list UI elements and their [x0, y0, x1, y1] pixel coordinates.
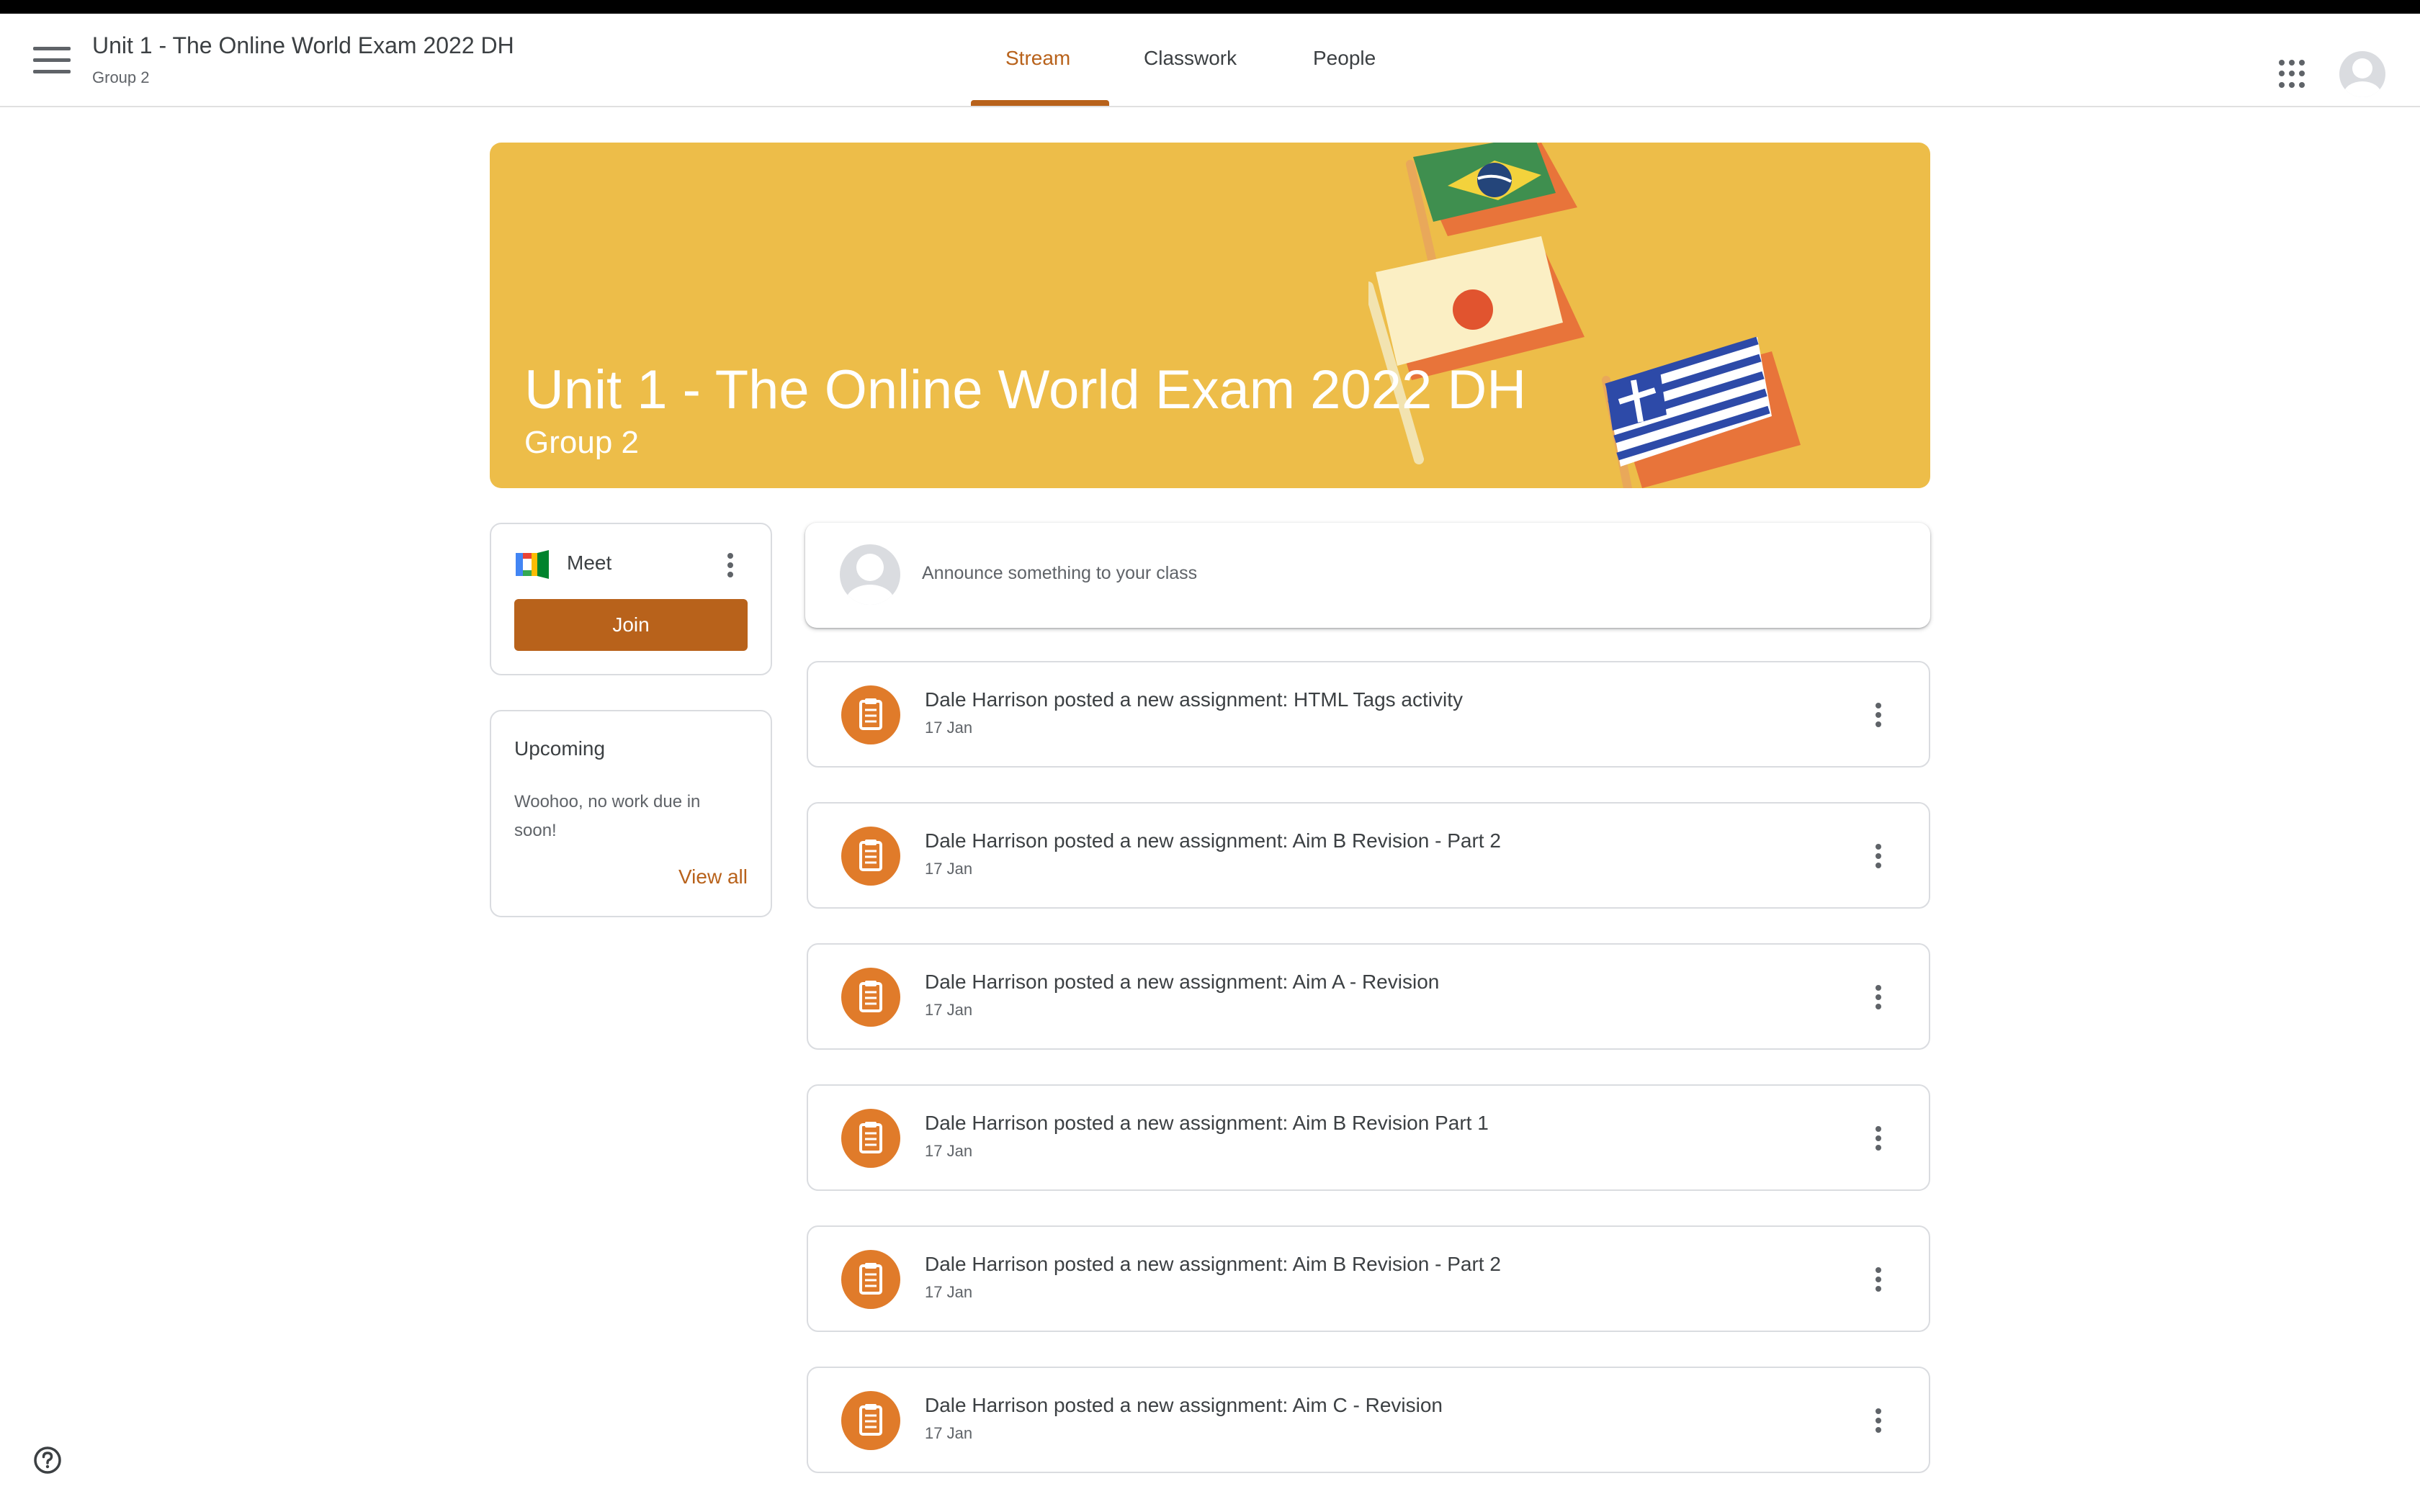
google-meet-icon [516, 550, 549, 579]
class-title[interactable]: Unit 1 - The Online World Exam 2022 DH [92, 32, 514, 59]
meet-card: Meet Join [490, 523, 772, 675]
stream-post[interactable]: Dale Harrison posted a new assignment: H… [807, 661, 1930, 768]
user-silhouette-icon [846, 554, 895, 605]
banner-subtitle: Group 2 [524, 425, 639, 460]
stream-post[interactable]: Dale Harrison posted a new assignment: A… [807, 1225, 1930, 1332]
assignment-icon [841, 1250, 900, 1309]
main-menu-icon[interactable] [33, 47, 71, 78]
tab-classwork[interactable]: Classwork [1144, 47, 1237, 70]
post-date: 17 Jan [925, 1142, 973, 1160]
post-date: 17 Jan [925, 1001, 973, 1019]
announce-placeholder[interactable]: Announce something to your class [922, 563, 1197, 584]
banner-title[interactable]: Unit 1 - The Online World Exam 2022 DH [524, 359, 1526, 421]
assignment-icon [841, 685, 900, 744]
top-window-strip [0, 0, 2420, 14]
post-date: 17 Jan [925, 719, 973, 737]
flags-illustration [1368, 143, 1801, 488]
active-tab-indicator [971, 100, 1109, 106]
japan-flag-icon [1368, 236, 1585, 464]
user-silhouette-icon [2344, 58, 2381, 97]
meet-options-kebab-icon[interactable] [726, 553, 735, 582]
post-options-kebab-icon[interactable] [1874, 844, 1883, 873]
upcoming-card: Upcoming Woohoo, no work due in soon! Vi… [490, 710, 772, 917]
post-options-kebab-icon[interactable] [1874, 985, 1883, 1014]
post-title[interactable]: Dale Harrison posted a new assignment: A… [925, 1394, 1443, 1417]
stream-post[interactable]: Dale Harrison posted a new assignment: A… [807, 943, 1930, 1050]
help-icon[interactable] [33, 1446, 62, 1475]
post-options-kebab-icon[interactable] [1874, 1267, 1883, 1296]
post-date: 17 Jan [925, 1283, 973, 1301]
assignment-icon [841, 827, 900, 886]
stream-post[interactable]: Dale Harrison posted a new assignment: A… [807, 1084, 1930, 1191]
stream-post[interactable]: Dale Harrison posted a new assignment: A… [807, 802, 1930, 909]
upcoming-message: Woohoo, no work due in soon! [514, 792, 701, 840]
user-avatar [840, 544, 900, 605]
class-subtitle: Group 2 [92, 68, 150, 86]
stream-post[interactable]: Dale Harrison posted a new assignment: A… [807, 1367, 1930, 1473]
post-title[interactable]: Dale Harrison posted a new assignment: A… [925, 1253, 1501, 1276]
view-all-link[interactable]: View all [678, 865, 748, 888]
tab-stream[interactable]: Stream [1005, 47, 1070, 70]
post-title[interactable]: Dale Harrison posted a new assignment: H… [925, 688, 1463, 711]
post-title[interactable]: Dale Harrison posted a new assignment: A… [925, 1112, 1489, 1135]
join-meet-button[interactable]: Join [514, 599, 748, 651]
class-banner: Unit 1 - The Online World Exam 2022 DH G… [490, 143, 1930, 488]
greece-flag-icon [1602, 336, 1801, 488]
assignment-icon [841, 1109, 900, 1168]
post-date: 17 Jan [925, 860, 973, 878]
post-options-kebab-icon[interactable] [1874, 1126, 1883, 1155]
post-title[interactable]: Dale Harrison posted a new assignment: A… [925, 829, 1501, 852]
google-apps-icon[interactable] [2279, 60, 2308, 89]
announce-box[interactable]: Announce something to your class [805, 523, 1930, 628]
account-avatar[interactable] [2339, 51, 2385, 97]
meet-label: Meet [567, 552, 612, 574]
assignment-icon [841, 968, 900, 1027]
assignment-icon [841, 1391, 900, 1450]
post-date: 17 Jan [925, 1424, 973, 1442]
post-title[interactable]: Dale Harrison posted a new assignment: A… [925, 971, 1439, 994]
upcoming-title: Upcoming [514, 737, 606, 760]
post-options-kebab-icon[interactable] [1874, 1408, 1883, 1437]
tab-people[interactable]: People [1313, 47, 1376, 70]
post-options-kebab-icon[interactable] [1874, 703, 1883, 732]
app-bar: Unit 1 - The Online World Exam 2022 DH G… [0, 14, 2420, 107]
